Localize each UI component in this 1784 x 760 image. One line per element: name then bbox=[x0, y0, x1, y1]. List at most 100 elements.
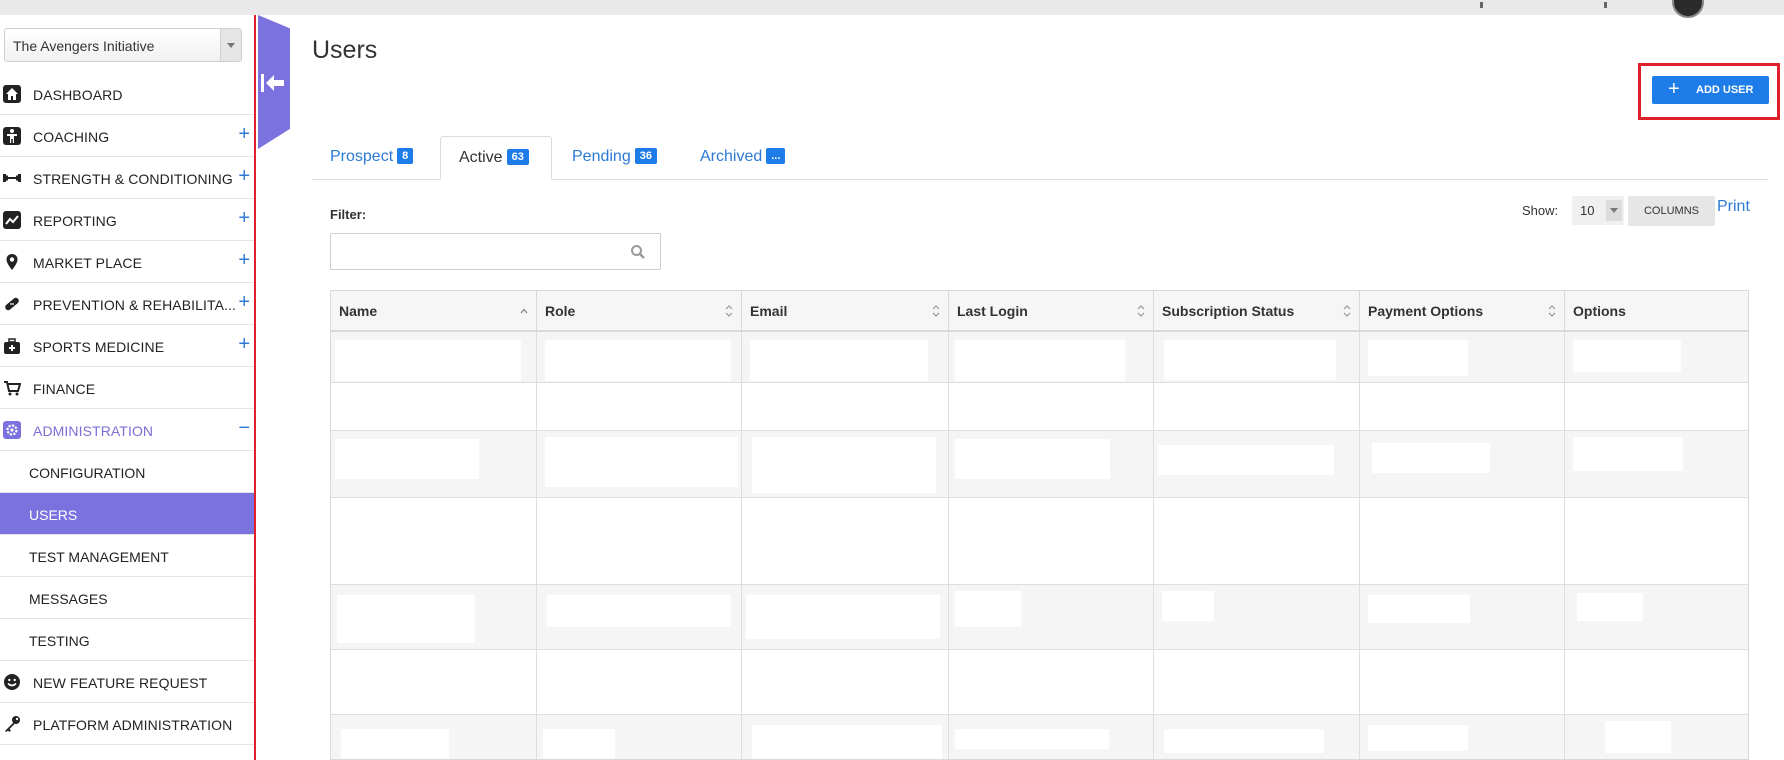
table-cell bbox=[537, 431, 742, 497]
home-icon bbox=[3, 85, 21, 103]
column-header-name[interactable]: Name bbox=[331, 291, 537, 330]
sidebar-subitem-test-management[interactable]: TEST MANAGEMENT bbox=[0, 535, 254, 577]
table-cell bbox=[1154, 431, 1360, 497]
sidebar-item-sports-medicine[interactable]: SPORTS MEDICINE + bbox=[0, 325, 254, 367]
expand-toggle[interactable]: + bbox=[238, 292, 250, 312]
sidebar-item-label: REPORTING bbox=[33, 213, 117, 229]
sidebar-item-label: DASHBOARD bbox=[33, 87, 123, 103]
expand-toggle[interactable]: + bbox=[238, 166, 250, 186]
table-cell bbox=[949, 383, 1154, 430]
sidebar-item-label: COACHING bbox=[33, 129, 110, 145]
chevron-down-icon[interactable] bbox=[220, 29, 241, 61]
sidebar-collapse-button[interactable] bbox=[258, 15, 290, 149]
filter-input[interactable] bbox=[330, 233, 661, 270]
gear-icon bbox=[3, 421, 21, 439]
sidebar-item-label: STRENGTH & CONDITIONING bbox=[33, 171, 233, 187]
table-cell bbox=[537, 498, 742, 584]
table-cell bbox=[949, 332, 1154, 382]
sidebar-item-strength-conditioning[interactable]: STRENGTH & CONDITIONING + bbox=[0, 157, 254, 199]
table-cell bbox=[949, 650, 1154, 714]
sort-icon bbox=[1548, 305, 1556, 317]
sidebar-subitem-messages[interactable]: MESSAGES bbox=[0, 577, 254, 619]
column-header-label: Payment Options bbox=[1368, 303, 1484, 319]
column-header-role[interactable]: Role bbox=[537, 291, 742, 330]
medkit-icon bbox=[3, 337, 21, 355]
redacted-block bbox=[545, 437, 738, 487]
print-link[interactable]: Print bbox=[1717, 198, 1750, 216]
key-icon bbox=[3, 715, 21, 733]
column-header-payment-options[interactable]: Payment Options bbox=[1360, 291, 1565, 330]
sidebar-item-platform-administration[interactable]: PLATFORM ADMINISTRATION bbox=[0, 703, 254, 745]
table-cell bbox=[949, 498, 1154, 584]
sidebar-item-new-feature-request[interactable]: NEW FEATURE REQUEST bbox=[0, 661, 254, 703]
table-row[interactable] bbox=[331, 715, 1748, 759]
table-row[interactable] bbox=[331, 332, 1748, 383]
redacted-block bbox=[1577, 593, 1643, 621]
sidebar-subitem-configuration[interactable]: CONFIGURATION bbox=[0, 451, 254, 493]
page-size-select[interactable]: 10 bbox=[1572, 196, 1624, 225]
table-cell bbox=[742, 650, 949, 714]
page-size-value: 10 bbox=[1580, 203, 1595, 218]
chart-line-icon bbox=[3, 211, 21, 229]
expand-toggle[interactable]: + bbox=[238, 124, 250, 144]
page-title: Users bbox=[312, 36, 378, 64]
sidebar-subitem-label: USERS bbox=[29, 507, 78, 523]
sidebar-item-label: SPORTS MEDICINE bbox=[33, 339, 165, 355]
top-bar-mark bbox=[1604, 2, 1607, 8]
user-status-tabs: Prospect 8 Active 63 Pending 36 Archived... bbox=[312, 136, 1768, 180]
table-cell bbox=[1154, 585, 1360, 649]
organization-select[interactable]: The Avengers Initiative bbox=[4, 28, 242, 62]
table-row[interactable] bbox=[331, 650, 1748, 715]
expand-toggle[interactable]: + bbox=[238, 250, 250, 270]
column-header-label: Subscription Status bbox=[1162, 303, 1295, 319]
table-row[interactable] bbox=[331, 431, 1748, 498]
column-header-subscription-status[interactable]: Subscription Status bbox=[1154, 291, 1360, 330]
table-cell bbox=[1565, 332, 1748, 382]
tab-active[interactable]: Active 63 bbox=[440, 136, 552, 180]
columns-button[interactable]: COLUMNS bbox=[1628, 196, 1715, 226]
sidebar-subitem-users[interactable]: USERS bbox=[0, 493, 254, 535]
sidebar-item-coaching[interactable]: COACHING + bbox=[0, 115, 254, 157]
redacted-block bbox=[1368, 595, 1470, 623]
count-badge: 63 bbox=[506, 149, 529, 165]
table-row[interactable] bbox=[331, 383, 1748, 431]
avatar[interactable] bbox=[1672, 0, 1704, 18]
sidebar-item-prevention-rehabilitation[interactable]: PREVENTION & REHABILITA... + bbox=[0, 283, 254, 325]
redacted-block bbox=[1164, 729, 1324, 753]
column-header-email[interactable]: Email bbox=[742, 291, 949, 330]
redacted-block bbox=[1162, 591, 1214, 621]
table-row[interactable] bbox=[331, 585, 1748, 650]
sidebar-item-market-place[interactable]: MARKET PLACE + bbox=[0, 241, 254, 283]
sidebar-subitem-testing[interactable]: TESTING bbox=[0, 619, 254, 661]
collapse-toggle[interactable]: − bbox=[238, 418, 250, 438]
add-user-button[interactable]: + ADD USER bbox=[1652, 76, 1769, 104]
plus-icon: + bbox=[1668, 78, 1680, 100]
table-cell bbox=[742, 332, 949, 382]
smiley-icon bbox=[3, 673, 21, 691]
sidebar-item-label: FINANCE bbox=[33, 381, 96, 397]
redacted-block bbox=[341, 729, 449, 759]
tab-pending[interactable]: Pending 36 bbox=[554, 136, 670, 180]
sidebar-item-dashboard[interactable]: DASHBOARD bbox=[0, 73, 254, 115]
tab-archived[interactable]: Archived... bbox=[682, 136, 802, 180]
table-cell bbox=[1565, 715, 1748, 759]
sidebar-item-administration[interactable]: ADMINISTRATION − bbox=[0, 409, 254, 451]
search-icon[interactable] bbox=[630, 244, 646, 260]
table-cell bbox=[537, 585, 742, 649]
table-cell bbox=[1565, 431, 1748, 497]
table-row[interactable] bbox=[331, 498, 1748, 585]
sidebar-subitem-label: MESSAGES bbox=[29, 591, 108, 607]
expand-toggle[interactable]: + bbox=[238, 334, 250, 354]
table-cell bbox=[1360, 383, 1565, 430]
sidebar-item-label: ADMINISTRATION bbox=[33, 423, 154, 439]
column-header-last-login[interactable]: Last Login bbox=[949, 291, 1154, 330]
count-badge: 8 bbox=[397, 148, 414, 164]
sidebar-subitem-label: TESTING bbox=[29, 633, 90, 649]
redacted-block bbox=[545, 340, 731, 381]
expand-toggle[interactable]: + bbox=[238, 208, 250, 228]
sidebar-item-finance[interactable]: FINANCE bbox=[0, 367, 254, 409]
sidebar-nav: DASHBOARD COACHING + STRENGTH & CONDITIO… bbox=[0, 73, 254, 745]
sidebar-item-label: PLATFORM ADMINISTRATION bbox=[33, 717, 233, 733]
tab-prospect[interactable]: Prospect 8 bbox=[312, 136, 424, 180]
sidebar-item-reporting[interactable]: REPORTING + bbox=[0, 199, 254, 241]
